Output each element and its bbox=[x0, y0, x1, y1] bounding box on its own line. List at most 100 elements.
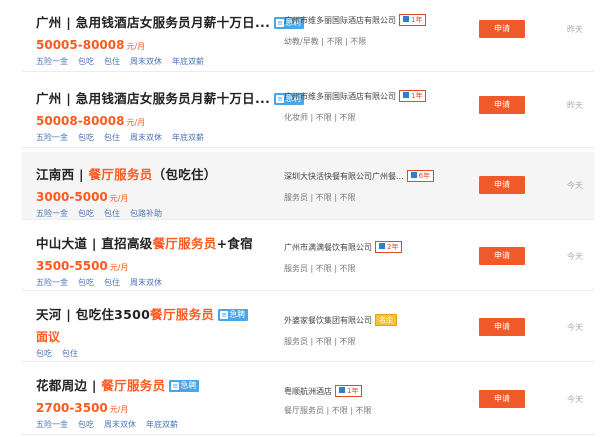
benefit-item: 周末双休 bbox=[130, 278, 162, 287]
company-years-badge: 2年 bbox=[375, 241, 403, 253]
benefits-list: 五险一金 包吃 周末双休 年底双薪 bbox=[36, 419, 188, 430]
member-icon bbox=[410, 172, 417, 178]
benefit-item: 包住 bbox=[104, 209, 120, 218]
job-title[interactable]: 广州 | 急用钱酒店女服务员月薪十万日... bbox=[36, 91, 270, 106]
job-title[interactable]: 江南西 | 餐厅服务员（包吃住） bbox=[36, 167, 217, 182]
benefit-item: 包住 bbox=[104, 278, 120, 287]
job-title-line[interactable]: 广州 | 急用钱酒店女服务员月薪十万日... ≡ 急聘 bbox=[36, 88, 305, 107]
post-date: 昨天 bbox=[567, 101, 583, 110]
job-title[interactable]: 天河 | 包吃住3500餐厅服务员 bbox=[36, 307, 214, 322]
company-name[interactable]: 广州市维多丽国际酒店有限公司 1年 bbox=[284, 14, 427, 26]
benefit-item: 五险一金 bbox=[36, 278, 68, 287]
benefit-item: 周末双休 bbox=[104, 420, 136, 429]
company-name[interactable]: 广州市满满餐饮有限公司 2年 bbox=[284, 241, 403, 253]
benefit-item: 包住 bbox=[104, 133, 120, 142]
job-title-line[interactable]: 花都周边 | 餐厅服务员 ≡ 急聘 bbox=[36, 375, 200, 394]
job-list: 广州 | 急用钱酒店女服务员月薪十万日... ≡ 急聘 50005-80008 元/月… bbox=[0, 0, 600, 437]
benefit-item: 包吃 bbox=[78, 278, 94, 287]
job-meta: 餐厅服务员 | 不限 | 不限 bbox=[284, 406, 372, 415]
job-meta: 化妆师 | 不限 | 不限 bbox=[284, 113, 356, 122]
job-title-line[interactable]: 天河 | 包吃住3500餐厅服务员 ≡ 急聘 bbox=[36, 304, 249, 323]
salary: 面议 bbox=[36, 330, 61, 344]
post-date: 今天 bbox=[567, 181, 583, 190]
member-icon bbox=[339, 387, 345, 393]
benefit-item: 包住 bbox=[104, 57, 120, 66]
job-meta: 服务员 | 不限 | 不限 bbox=[284, 193, 356, 202]
job-meta: 服务员 | 不限 | 不限 bbox=[284, 337, 356, 346]
job-title-keyword: 餐厅服务员 bbox=[101, 378, 166, 393]
company-name[interactable]: 深圳大快活快餐有限公司广州餐... 6年 bbox=[284, 170, 435, 182]
salary: 3500-5500 元/月 bbox=[36, 259, 129, 273]
company-name[interactable]: 外婆家餐饮集团有限公司 名企 bbox=[284, 314, 397, 326]
urgent-tag-icon: ≡ bbox=[220, 311, 229, 319]
benefit-item: 包住 bbox=[62, 349, 78, 358]
company-years-badge: 1年 bbox=[399, 90, 427, 102]
job-title-keyword: 餐厅服务员 bbox=[88, 167, 153, 182]
job-title[interactable]: 中山大道 | 直招高级餐厅服务员+食宿 bbox=[36, 236, 253, 251]
salary: 50005-80008 元/月 bbox=[36, 38, 146, 52]
job-title-keyword: 餐厅服务员 bbox=[150, 307, 215, 322]
salary: 2700-3500 元/月 bbox=[36, 401, 129, 415]
post-date: 今天 bbox=[567, 323, 583, 332]
benefits-list: 五险一金 包吃 包住 周末双休 年底双薪 bbox=[36, 56, 214, 67]
member-icon bbox=[379, 243, 385, 249]
benefit-item: 五险一金 bbox=[36, 209, 68, 218]
urgent-tag-icon: ≡ bbox=[276, 19, 285, 27]
post-date: 今天 bbox=[567, 252, 583, 261]
company-years-badge: 6年 bbox=[406, 170, 435, 182]
company-years-badge: 1年 bbox=[335, 385, 363, 397]
apply-button[interactable]: 申请 bbox=[479, 247, 525, 265]
benefits-list: 五险一金 包吃 包住 周末双休 bbox=[36, 277, 172, 288]
apply-button[interactable]: 申请 bbox=[479, 318, 525, 336]
job-row: 中山大道 | 直招高级餐厅服务员+食宿 3500-5500 元/月 五险一金 包吃 包… bbox=[22, 221, 594, 291]
urgent-tag-icon: ≡ bbox=[276, 95, 285, 103]
job-row: 广州 | 急用钱酒店女服务员月薪十万日... ≡ 急聘 50005-80008 元/月… bbox=[22, 0, 594, 72]
benefit-item: 周末双休 bbox=[130, 133, 162, 142]
benefit-item: 五险一金 bbox=[36, 420, 68, 429]
urgent-tag: ≡ 急聘 bbox=[169, 380, 200, 392]
apply-button[interactable]: 申请 bbox=[479, 176, 525, 194]
post-date: 昨天 bbox=[567, 25, 583, 34]
job-row: 花都周边 | 餐厅服务员 ≡ 急聘 2700-3500 元/月 五险一金 包吃 周末双休 年… bbox=[22, 363, 594, 435]
member-icon bbox=[403, 16, 409, 22]
benefit-item: 包吃 bbox=[78, 209, 94, 218]
company-name[interactable]: 粤顺航洲酒店 1年 bbox=[284, 385, 363, 397]
job-meta: 服务员 | 不限 | 不限 bbox=[284, 264, 356, 273]
salary: 3000-5000 元/月 bbox=[36, 190, 129, 204]
benefit-item: 包路补助 bbox=[130, 209, 162, 218]
benefit-item: 五险一金 bbox=[36, 133, 68, 142]
benefit-item: 五险一金 bbox=[36, 57, 68, 66]
benefits-list: 五险一金 包吃 包住 周末双休 年底双薪 bbox=[36, 132, 214, 143]
job-title-line[interactable]: 江南西 | 餐厅服务员（包吃住） bbox=[36, 164, 217, 183]
job-title-line[interactable]: 中山大道 | 直招高级餐厅服务员+食宿 bbox=[36, 233, 253, 252]
benefit-item: 包吃 bbox=[78, 133, 94, 142]
member-icon bbox=[403, 92, 409, 98]
job-row: 天河 | 包吃住3500餐厅服务员 ≡ 急聘 面议 包吃 包住 外婆家餐饮集团有限公司… bbox=[22, 292, 594, 362]
job-title[interactable]: 花都周边 | 餐厅服务员 bbox=[36, 378, 165, 393]
urgent-tag-icon: ≡ bbox=[171, 382, 180, 390]
post-date: 今天 bbox=[567, 395, 583, 404]
benefit-item: 年底双薪 bbox=[172, 133, 204, 142]
salary: 50008-80008 元/月 bbox=[36, 114, 146, 128]
job-row: 江南西 | 餐厅服务员（包吃住） 3000-5000 元/月 五险一金 包吃 包住 包路… bbox=[22, 152, 594, 220]
job-title-keyword: 餐厅服务员 bbox=[152, 236, 217, 251]
benefit-item: 周末双休 bbox=[130, 57, 162, 66]
apply-button[interactable]: 申请 bbox=[479, 96, 525, 114]
benefits-list: 包吃 包住 bbox=[36, 348, 88, 359]
job-title-line[interactable]: 广州 | 急用钱酒店女服务员月薪十万日... ≡ 急聘 bbox=[36, 12, 305, 31]
company-name[interactable]: 广州市维多丽国际酒店有限公司 1年 bbox=[284, 90, 427, 102]
benefit-item: 年底双薪 bbox=[146, 420, 178, 429]
company-years-badge: 1年 bbox=[399, 14, 427, 26]
job-row: 广州 | 急用钱酒店女服务员月薪十万日... ≡ 急聘 50008-80008 元/月… bbox=[22, 76, 594, 148]
benefit-item: 包吃 bbox=[78, 57, 94, 66]
benefits-list: 五险一金 包吃 包住 包路补助 bbox=[36, 208, 172, 219]
urgent-tag: ≡ 急聘 bbox=[218, 309, 249, 321]
famous-company-badge: 名企 bbox=[375, 314, 397, 326]
benefit-item: 包吃 bbox=[36, 349, 52, 358]
job-title[interactable]: 广州 | 急用钱酒店女服务员月薪十万日... bbox=[36, 15, 270, 30]
benefit-item: 包吃 bbox=[78, 420, 94, 429]
apply-button[interactable]: 申请 bbox=[479, 20, 525, 38]
apply-button[interactable]: 申请 bbox=[479, 390, 525, 408]
job-meta: 幼教/早教 | 不限 | 不限 bbox=[284, 37, 367, 46]
benefit-item: 年底双薪 bbox=[172, 57, 204, 66]
